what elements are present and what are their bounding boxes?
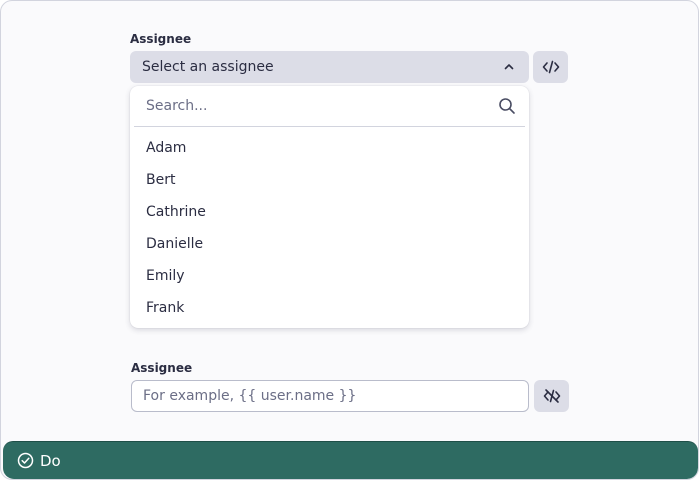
option-cathrine[interactable]: Cathrine: [134, 196, 525, 228]
code-icon: [542, 60, 560, 74]
code-off-mode-button[interactable]: [534, 380, 569, 412]
do-button-label: Do: [40, 451, 61, 470]
option-emily[interactable]: Emily: [134, 260, 525, 292]
dropdown-search-row: [134, 86, 525, 127]
assignee-text-label: Assignee: [131, 361, 193, 375]
code-mode-button[interactable]: [533, 51, 568, 83]
form-panel: Assignee Select an assignee Adam: [0, 0, 699, 480]
option-danielle[interactable]: Danielle: [134, 228, 525, 260]
code-off-icon: [543, 388, 561, 404]
assignee-select[interactable]: Select an assignee: [130, 51, 529, 83]
chevron-up-icon: [501, 59, 517, 75]
do-button[interactable]: Do: [3, 441, 698, 479]
option-frank[interactable]: Frank: [134, 292, 525, 324]
dropdown-search-input[interactable]: [146, 94, 486, 118]
assignee-select-label: Assignee: [130, 32, 192, 46]
assignee-select-value: Select an assignee: [142, 59, 274, 75]
check-circle-icon: [17, 452, 34, 469]
assignee-text-input[interactable]: [131, 380, 529, 412]
search-icon: [498, 97, 516, 115]
option-adam[interactable]: Adam: [134, 132, 525, 164]
assignee-dropdown: Adam Bert Cathrine Danielle Emily Frank: [130, 86, 529, 328]
option-bert[interactable]: Bert: [134, 164, 525, 196]
